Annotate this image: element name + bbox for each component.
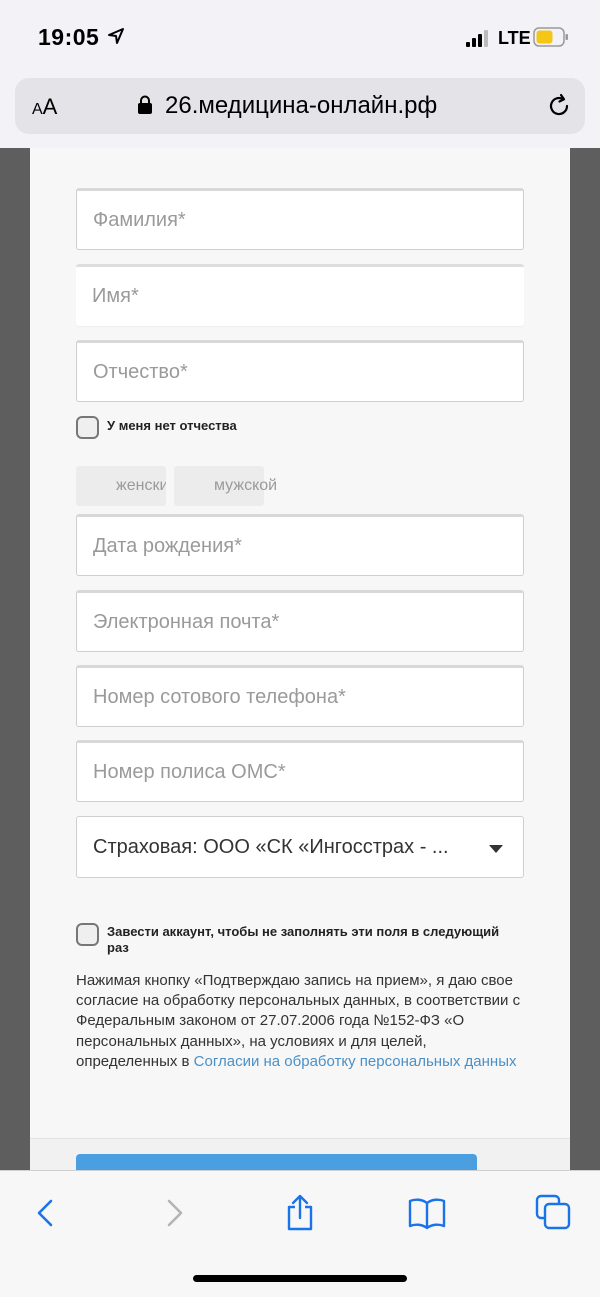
middle-name-placeholder: Отчество* bbox=[93, 361, 188, 383]
location-arrow-icon bbox=[108, 28, 124, 44]
chevron-right-icon[interactable] bbox=[155, 1193, 195, 1233]
no-middle-name-checkbox[interactable] bbox=[76, 416, 99, 439]
text-size-button[interactable]: AA bbox=[32, 94, 57, 120]
create-account-label: Завести аккаунт, чтобы не заполнять эти … bbox=[107, 924, 567, 956]
oms-policy-placeholder: Номер полиса ОМС* bbox=[93, 761, 286, 783]
phone-placeholder: Номер сотового телефона* bbox=[93, 686, 346, 708]
email-field[interactable]: Электронная почта* bbox=[76, 590, 524, 652]
reload-icon[interactable] bbox=[545, 92, 573, 120]
gender-female-button[interactable]: женский bbox=[76, 466, 166, 506]
address-bar[interactable]: AA 26.медицина-онлайн.рф bbox=[15, 78, 585, 134]
phone-field[interactable]: Номер сотового телефона* bbox=[76, 665, 524, 727]
create-account-label-line1: Завести аккаунт, чтобы не заполнять эти … bbox=[107, 924, 500, 939]
consent-text: Нажимая кнопку «Подтверждаю запись на пр… bbox=[76, 971, 526, 1072]
birth-date-placeholder: Дата рождения* bbox=[93, 535, 242, 557]
create-account-label-line2: раз bbox=[107, 940, 129, 955]
lock-icon bbox=[138, 95, 152, 114]
tabs-icon[interactable] bbox=[534, 1193, 574, 1233]
birth-date-field[interactable]: Дата рождения* bbox=[76, 514, 524, 576]
network-type: LTE bbox=[498, 28, 531, 48]
url-text: 26.медицина-онлайн.рф bbox=[165, 92, 438, 119]
home-indicator bbox=[193, 1275, 407, 1282]
web-page: Фамилия* Имя* Отчество* У меня нет отчес… bbox=[0, 148, 600, 1170]
email-placeholder: Электронная почта* bbox=[93, 611, 280, 633]
chevron-left-icon[interactable] bbox=[25, 1193, 65, 1233]
status-time: 19:05 bbox=[38, 24, 100, 50]
middle-name-field[interactable]: Отчество* bbox=[76, 340, 524, 402]
create-account-checkbox[interactable] bbox=[76, 923, 99, 946]
gender-female-label: женский bbox=[116, 477, 166, 494]
no-middle-name-label: У меня нет отчества bbox=[107, 418, 237, 433]
insurance-value: Страховая: ООО «СК «Ингосстрах - ... bbox=[93, 836, 449, 858]
last-name-placeholder: Фамилия* bbox=[93, 209, 186, 231]
battery-icon bbox=[533, 27, 568, 47]
gender-male-button[interactable]: мужской bbox=[174, 466, 277, 506]
oms-policy-field[interactable]: Номер полиса ОМС* bbox=[76, 740, 524, 802]
book-icon[interactable] bbox=[407, 1193, 447, 1233]
dropdown-caret-icon bbox=[489, 845, 503, 853]
insurance-select[interactable]: Страховая: ООО «СК «Ингосстрах - ... bbox=[76, 816, 524, 878]
share-icon[interactable] bbox=[280, 1193, 320, 1233]
signal-icon bbox=[466, 30, 488, 47]
last-name-field[interactable]: Фамилия* bbox=[76, 188, 524, 250]
gender-male-label: мужской bbox=[214, 477, 278, 494]
first-name-placeholder: Имя* bbox=[92, 285, 139, 307]
submit-button[interactable] bbox=[76, 1154, 477, 1170]
consent-link[interactable]: Согласии на обработку персональных данны… bbox=[194, 1053, 517, 1070]
first-name-field[interactable]: Имя* bbox=[76, 264, 524, 326]
form-card: Фамилия* Имя* Отчество* У меня нет отчес… bbox=[30, 148, 570, 1170]
status-bar: 19:05 LTE bbox=[0, 0, 600, 76]
